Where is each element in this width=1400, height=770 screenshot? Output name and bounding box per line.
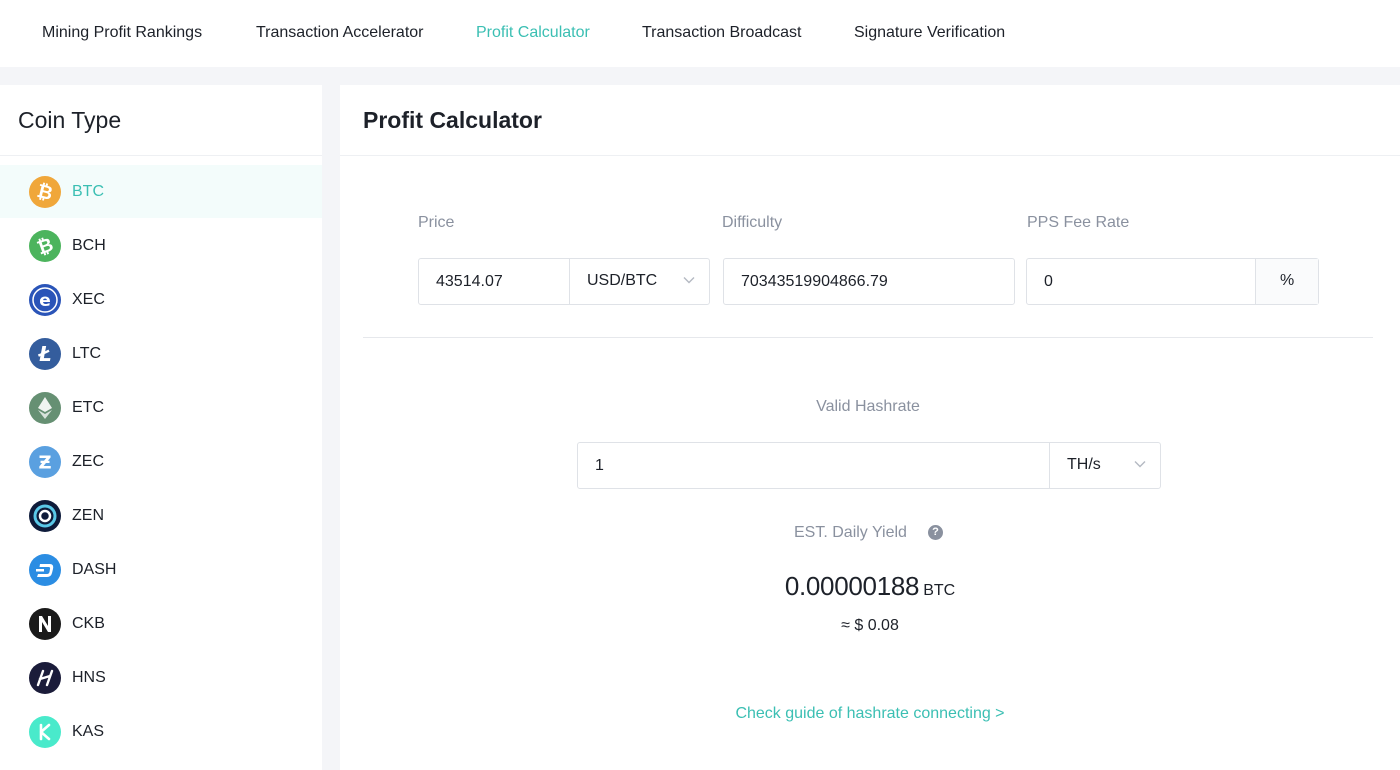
- sidebar-item-bch[interactable]: ₿ BCH: [0, 219, 322, 272]
- sidebar-item-label: ETC: [72, 399, 104, 416]
- sidebar-item-label: DASH: [72, 561, 117, 578]
- page-title: Profit Calculator: [363, 107, 542, 133]
- hashrate-input[interactable]: 1: [595, 457, 604, 475]
- sidebar-item-dash[interactable]: DASH: [0, 543, 322, 596]
- price-input[interactable]: 43514.07: [436, 273, 503, 291]
- daily-yield-amount: 0.00000188: [784, 571, 920, 601]
- price-unit-value: USD/BTC: [587, 272, 658, 289]
- sidebar-item-kas[interactable]: KAS: [0, 705, 322, 758]
- svg-text:e: e: [39, 291, 51, 311]
- hashrate-unit-value: TH/s: [1067, 456, 1101, 473]
- tab-mining-profit-rankings[interactable]: Mining Profit Rankings: [42, 24, 202, 42]
- sidebar-item-label: ZEC: [72, 453, 104, 470]
- sidebar-divider: [0, 155, 322, 156]
- daily-yield-fiat: ≈ $ 0.08: [841, 617, 899, 634]
- section-divider: [363, 337, 1373, 338]
- kaspa-icon: [29, 716, 61, 748]
- coin-sidebar: Coin Type ₿ BTC ₿ BCH e XEC Ł LTC ETC Ƶ: [0, 85, 322, 770]
- difficulty-label: Difficulty: [722, 214, 783, 231]
- bitcoin-cash-icon: ₿: [29, 230, 61, 262]
- tab-signature-verification[interactable]: Signature Verification: [854, 24, 1005, 42]
- sidebar-item-label: CKB: [72, 615, 105, 632]
- dash-icon: [29, 554, 61, 586]
- ethereum-classic-icon: [29, 392, 61, 424]
- tab-transaction-accelerator[interactable]: Transaction Accelerator: [256, 24, 423, 42]
- fee-rate-input[interactable]: 0: [1044, 273, 1053, 291]
- litecoin-icon: Ł: [29, 338, 61, 370]
- fee-rate-label: PPS Fee Rate: [1027, 214, 1130, 231]
- handshake-icon: [29, 662, 61, 694]
- sidebar-item-hns[interactable]: HNS: [0, 651, 322, 704]
- top-nav: Mining Profit Rankings Transaction Accel…: [0, 0, 1400, 67]
- sidebar-item-label: HNS: [72, 669, 106, 686]
- horizen-icon: [29, 500, 61, 532]
- hashrate-label: Valid Hashrate: [816, 398, 920, 415]
- fee-rate-unit: %: [1255, 259, 1318, 304]
- sidebar-item-etc[interactable]: ETC: [0, 381, 322, 434]
- sidebar-item-label: BTC: [72, 183, 104, 200]
- sidebar-item-zen[interactable]: ZEN: [0, 489, 322, 542]
- sidebar-item-ltc[interactable]: Ł LTC: [0, 327, 322, 380]
- hashrate-label-row: Valid Hashrate: [340, 398, 1396, 416]
- hashrate-unit-select[interactable]: TH/s: [1049, 443, 1160, 488]
- chevron-down-icon: [1134, 460, 1146, 468]
- tab-transaction-broadcast[interactable]: Transaction Broadcast: [642, 24, 801, 42]
- bitcoin-icon: ₿: [29, 176, 61, 208]
- sidebar-item-ckb[interactable]: CKB: [0, 597, 322, 650]
- price-label: Price: [418, 214, 455, 231]
- sidebar-item-btc[interactable]: ₿ BTC: [0, 165, 322, 218]
- tab-profit-calculator[interactable]: Profit Calculator: [476, 24, 590, 42]
- chevron-down-icon: [683, 276, 695, 284]
- price-unit-select[interactable]: USD/BTC: [569, 259, 709, 304]
- price-field: 43514.07 USD/BTC: [418, 258, 710, 305]
- nervos-icon: [29, 608, 61, 640]
- sidebar-item-label: ZEN: [72, 507, 104, 524]
- sidebar-item-xec[interactable]: e XEC: [0, 273, 322, 326]
- fee-rate-unit-value: %: [1280, 272, 1295, 289]
- sidebar-item-label: LTC: [72, 345, 102, 362]
- help-icon[interactable]: ?: [928, 525, 943, 540]
- difficulty-input[interactable]: 70343519904866.79: [723, 258, 1015, 305]
- fee-rate-field: 0 %: [1026, 258, 1319, 305]
- daily-yield-unit: BTC: [923, 582, 956, 599]
- daily-yield-label: EST. Daily Yield: [794, 524, 907, 541]
- sidebar-item-label: XEC: [72, 291, 105, 308]
- zcash-icon: Ƶ: [29, 446, 61, 478]
- hashrate-guide-link[interactable]: Check guide of hashrate connecting >: [340, 705, 1400, 723]
- sidebar-item-zec[interactable]: Ƶ ZEC: [0, 435, 322, 488]
- calculator-panel: Profit Calculator Price 43514.07 USD/BTC…: [340, 85, 1400, 770]
- sidebar-item-label: BCH: [72, 237, 106, 254]
- hashrate-field: 1 TH/s: [577, 442, 1161, 489]
- sidebar-title: Coin Type: [18, 107, 122, 133]
- header-divider: [340, 155, 1400, 156]
- difficulty-value: 70343519904866.79: [741, 273, 888, 290]
- sidebar-item-label: KAS: [72, 723, 105, 740]
- svg-text:Ł: Ł: [37, 342, 51, 366]
- svg-text:Ƶ: Ƶ: [38, 453, 51, 474]
- daily-yield-value: 0.00000188 BTC: [340, 571, 1400, 602]
- ecash-icon: e: [29, 284, 61, 316]
